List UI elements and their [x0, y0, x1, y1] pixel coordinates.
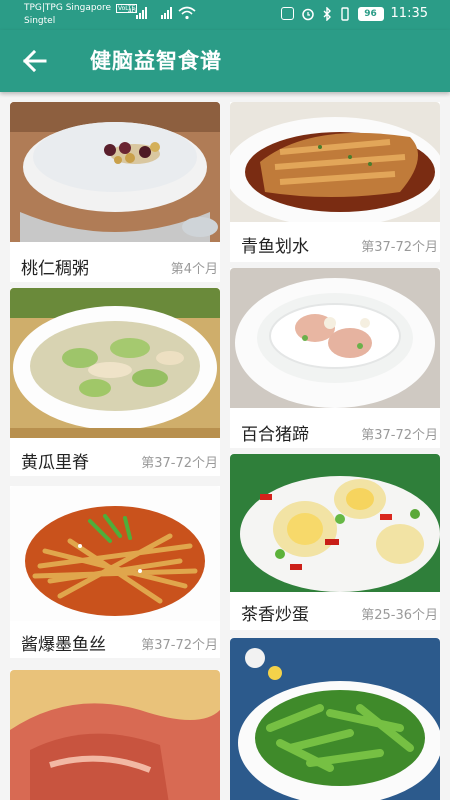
recipe-card[interactable]: 茶香炒蛋 第25-36个月	[230, 454, 440, 630]
nfc-icon	[280, 7, 294, 20]
recipe-name: 桃仁稠粥	[21, 259, 89, 279]
recipe-image	[10, 102, 220, 242]
recipe-image	[10, 288, 220, 438]
arrow-left-icon	[22, 49, 47, 73]
signal-icon: 4G	[128, 6, 152, 20]
recipe-age: 第25-36个月	[361, 608, 438, 623]
recipe-grid: 桃仁稠粥 第4个月 青鱼划水 第37-72个月 黄瓜里脊 第37-72个月 百合…	[0, 92, 450, 800]
recipe-card[interactable]: 酱爆墨鱼丝 第37-72个月	[10, 486, 220, 658]
battery-icon: 96	[357, 6, 384, 21]
recipe-age: 第37-72个月	[141, 456, 218, 471]
recipe-name: 黄瓜里脊	[21, 453, 89, 473]
back-button[interactable]	[18, 46, 52, 76]
recipe-age: 第4个月	[170, 262, 218, 277]
clock: 11:35	[390, 6, 428, 21]
recipe-card[interactable]	[10, 670, 220, 800]
status-right: 96 11:35	[280, 6, 428, 21]
app-bar: 健脑益智食谱	[0, 30, 450, 92]
recipe-name: 青鱼划水	[241, 237, 309, 257]
recipe-age: 第37-72个月	[361, 240, 438, 255]
recipe-image	[230, 102, 440, 222]
recipe-age: 第37-72个月	[141, 638, 218, 653]
wifi-icon	[178, 6, 196, 20]
vibrate-icon	[340, 6, 349, 21]
recipe-image	[10, 486, 220, 621]
recipe-name: 百合猪蹄	[241, 425, 309, 445]
recipe-card[interactable]: 桃仁稠粥 第4个月	[10, 102, 220, 282]
alarm-icon	[301, 8, 314, 20]
signal-icon-2	[160, 6, 176, 20]
recipe-image	[230, 638, 440, 800]
bluetooth-icon	[323, 6, 331, 21]
status-bar: TPG|TPG Singapore VoLTE Singtel 4G 96 11…	[0, 0, 450, 30]
recipe-age: 第37-72个月	[361, 428, 438, 443]
recipe-name: 茶香炒蛋	[241, 605, 309, 625]
page-title: 健脑益智食谱	[90, 49, 222, 73]
recipe-image	[230, 268, 440, 408]
recipe-card[interactable]	[230, 638, 440, 800]
recipe-card[interactable]: 百合猪蹄 第37-72个月	[230, 268, 440, 448]
recipe-card[interactable]: 青鱼划水 第37-72个月	[230, 102, 440, 262]
recipe-name: 酱爆墨鱼丝	[21, 635, 106, 655]
carrier-name-2: Singtel	[24, 16, 56, 26]
carrier-info: TPG|TPG Singapore VoLTE Singtel	[24, 2, 138, 27]
network-type: 4G	[128, 8, 137, 15]
recipe-image	[230, 454, 440, 592]
carrier-name: TPG|TPG Singapore	[24, 3, 112, 13]
recipe-image	[10, 670, 220, 800]
recipe-card[interactable]: 黄瓜里脊 第37-72个月	[10, 288, 220, 476]
